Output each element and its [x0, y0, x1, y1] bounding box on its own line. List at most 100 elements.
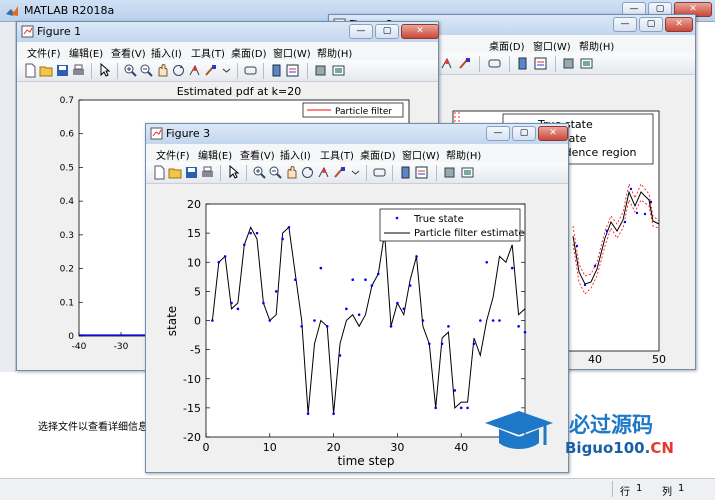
figure-3-legend[interactable]: True state Particle filter estimate — [379, 208, 525, 242]
x-tick-label: 0 — [203, 441, 210, 454]
hide-plot-tools-icon[interactable] — [313, 63, 328, 78]
figure-1-titlebar[interactable]: Figure 1 — ▢ ✕ — [17, 22, 439, 42]
true-state-point — [605, 229, 609, 233]
figure-3-titlebar[interactable]: Figure 3 — ▢ ✕ — [146, 124, 568, 144]
true-state-point — [249, 231, 252, 235]
legend-icon[interactable] — [285, 63, 300, 78]
menu-insert[interactable]: 插入(I) — [280, 147, 311, 162]
menu-edit[interactable]: 编辑(E) — [69, 45, 103, 60]
menu-help[interactable]: 帮助(H) — [446, 147, 481, 162]
figure-2-x-tick: 40 — [588, 353, 602, 366]
true-state-point — [357, 313, 361, 316]
brush-icon[interactable] — [457, 56, 472, 71]
save-icon[interactable] — [55, 63, 70, 78]
menu-view[interactable]: 查看(V) — [240, 147, 275, 162]
open-file-icon[interactable] — [39, 63, 54, 78]
data-cursor-icon[interactable] — [316, 165, 331, 180]
menu-window[interactable]: 窗口(W) — [533, 38, 571, 53]
menu-tools[interactable]: 工具(T) — [320, 147, 354, 162]
menu-tools[interactable]: 工具(T) — [191, 45, 225, 60]
new-figure-icon[interactable] — [23, 63, 38, 78]
menu-help[interactable]: 帮助(H) — [579, 38, 614, 53]
x-tick-label: 20 — [327, 441, 341, 454]
open-file-icon[interactable] — [168, 165, 183, 180]
y-tick-label: 0.7 — [60, 96, 74, 106]
legend-icon[interactable] — [414, 165, 429, 180]
rotate-3d-icon[interactable] — [300, 165, 315, 180]
figure-icon — [150, 127, 163, 140]
figure-3-minimize-button[interactable]: — — [486, 126, 510, 141]
true-state-point — [472, 342, 476, 346]
figure-1-legend[interactable]: Particle filter — [302, 102, 404, 118]
figure-3-x-axis-label: time step — [338, 454, 395, 468]
figure-2-minimize-button[interactable]: — — [613, 17, 637, 32]
figure-1-close-button[interactable]: ✕ — [401, 24, 439, 39]
true-state-point — [338, 354, 342, 357]
zoom-in-icon[interactable] — [252, 165, 267, 180]
show-plot-tools-icon[interactable] — [331, 63, 346, 78]
data-cursor-icon[interactable] — [187, 63, 202, 78]
pan-icon[interactable] — [155, 63, 170, 78]
watermark-logo: 必过源码 Biguo100.CN — [483, 405, 715, 465]
zoom-out-icon[interactable] — [268, 165, 283, 180]
true-state-point — [447, 325, 450, 328]
matlab-left-panel-strip[interactable] — [0, 22, 16, 372]
watermark-url-main: Biguo100. — [565, 439, 651, 457]
y-tick-label: 0.6 — [60, 130, 75, 140]
menu-window[interactable]: 窗口(W) — [273, 45, 311, 60]
menu-desktop[interactable]: 桌面(D) — [231, 45, 267, 60]
link-plot-icon[interactable] — [243, 63, 258, 78]
zoom-in-icon[interactable] — [123, 63, 138, 78]
new-figure-icon[interactable] — [152, 165, 167, 180]
y-tick-label: -20 — [183, 431, 201, 444]
toolbar-separator — [366, 165, 367, 181]
toolbar-separator — [392, 165, 393, 181]
true-state-point — [498, 319, 501, 322]
menu-insert[interactable]: 插入(I) — [151, 45, 182, 60]
menu-edit[interactable]: 编辑(E) — [198, 147, 232, 162]
print-icon[interactable] — [200, 165, 215, 180]
zoom-out-icon[interactable] — [139, 63, 154, 78]
true-state-point — [242, 243, 246, 247]
colorbar-icon[interactable] — [269, 63, 284, 78]
menu-file[interactable]: 文件(F) — [27, 45, 61, 60]
hide-plot-tools-icon[interactable] — [442, 165, 457, 180]
brush-icon[interactable] — [203, 63, 218, 78]
link-plot-icon[interactable] — [487, 56, 502, 71]
true-state-point — [440, 342, 444, 346]
link-plot-icon[interactable] — [372, 165, 387, 180]
brush-icon[interactable] — [332, 165, 347, 180]
pointer-icon[interactable] — [226, 165, 241, 180]
save-icon[interactable] — [184, 165, 199, 180]
watermark-url: Biguo100.CN — [565, 439, 674, 457]
y-tick-label: 10 — [187, 256, 201, 269]
print-icon[interactable] — [71, 63, 86, 78]
show-plot-tools-icon[interactable] — [460, 165, 475, 180]
data-cursor-icon[interactable] — [439, 56, 454, 71]
menu-window[interactable]: 窗口(W) — [402, 147, 440, 162]
y-tick-label: -5 — [190, 344, 201, 357]
menu-file[interactable]: 文件(F) — [156, 147, 190, 162]
pan-icon[interactable] — [284, 165, 299, 180]
figure-2-close-button[interactable]: ✕ — [665, 17, 693, 32]
figure-2-maximize-button[interactable]: ▢ — [639, 17, 663, 32]
menu-desktop[interactable]: 桌面(D) — [489, 38, 525, 53]
hide-plot-tools-icon[interactable] — [561, 56, 576, 71]
chevron-down-icon[interactable] — [219, 63, 234, 78]
colorbar-icon[interactable] — [515, 56, 530, 71]
menu-view[interactable]: 查看(V) — [111, 45, 146, 60]
chevron-down-icon[interactable] — [348, 165, 363, 180]
true-state-point — [459, 406, 463, 410]
colorbar-icon[interactable] — [398, 165, 413, 180]
legend-icon[interactable] — [533, 56, 548, 71]
show-plot-tools-icon[interactable] — [579, 56, 594, 71]
figure-3-maximize-button[interactable]: ▢ — [512, 126, 536, 141]
figure-1-maximize-button[interactable]: ▢ — [375, 24, 399, 39]
figure-3-close-button[interactable]: ✕ — [538, 126, 568, 141]
toolbar-separator — [117, 63, 118, 79]
menu-desktop[interactable]: 桌面(D) — [360, 147, 396, 162]
rotate-3d-icon[interactable] — [171, 63, 186, 78]
menu-help[interactable]: 帮助(H) — [317, 45, 352, 60]
figure-1-minimize-button[interactable]: — — [349, 24, 373, 39]
pointer-icon[interactable] — [97, 63, 112, 78]
